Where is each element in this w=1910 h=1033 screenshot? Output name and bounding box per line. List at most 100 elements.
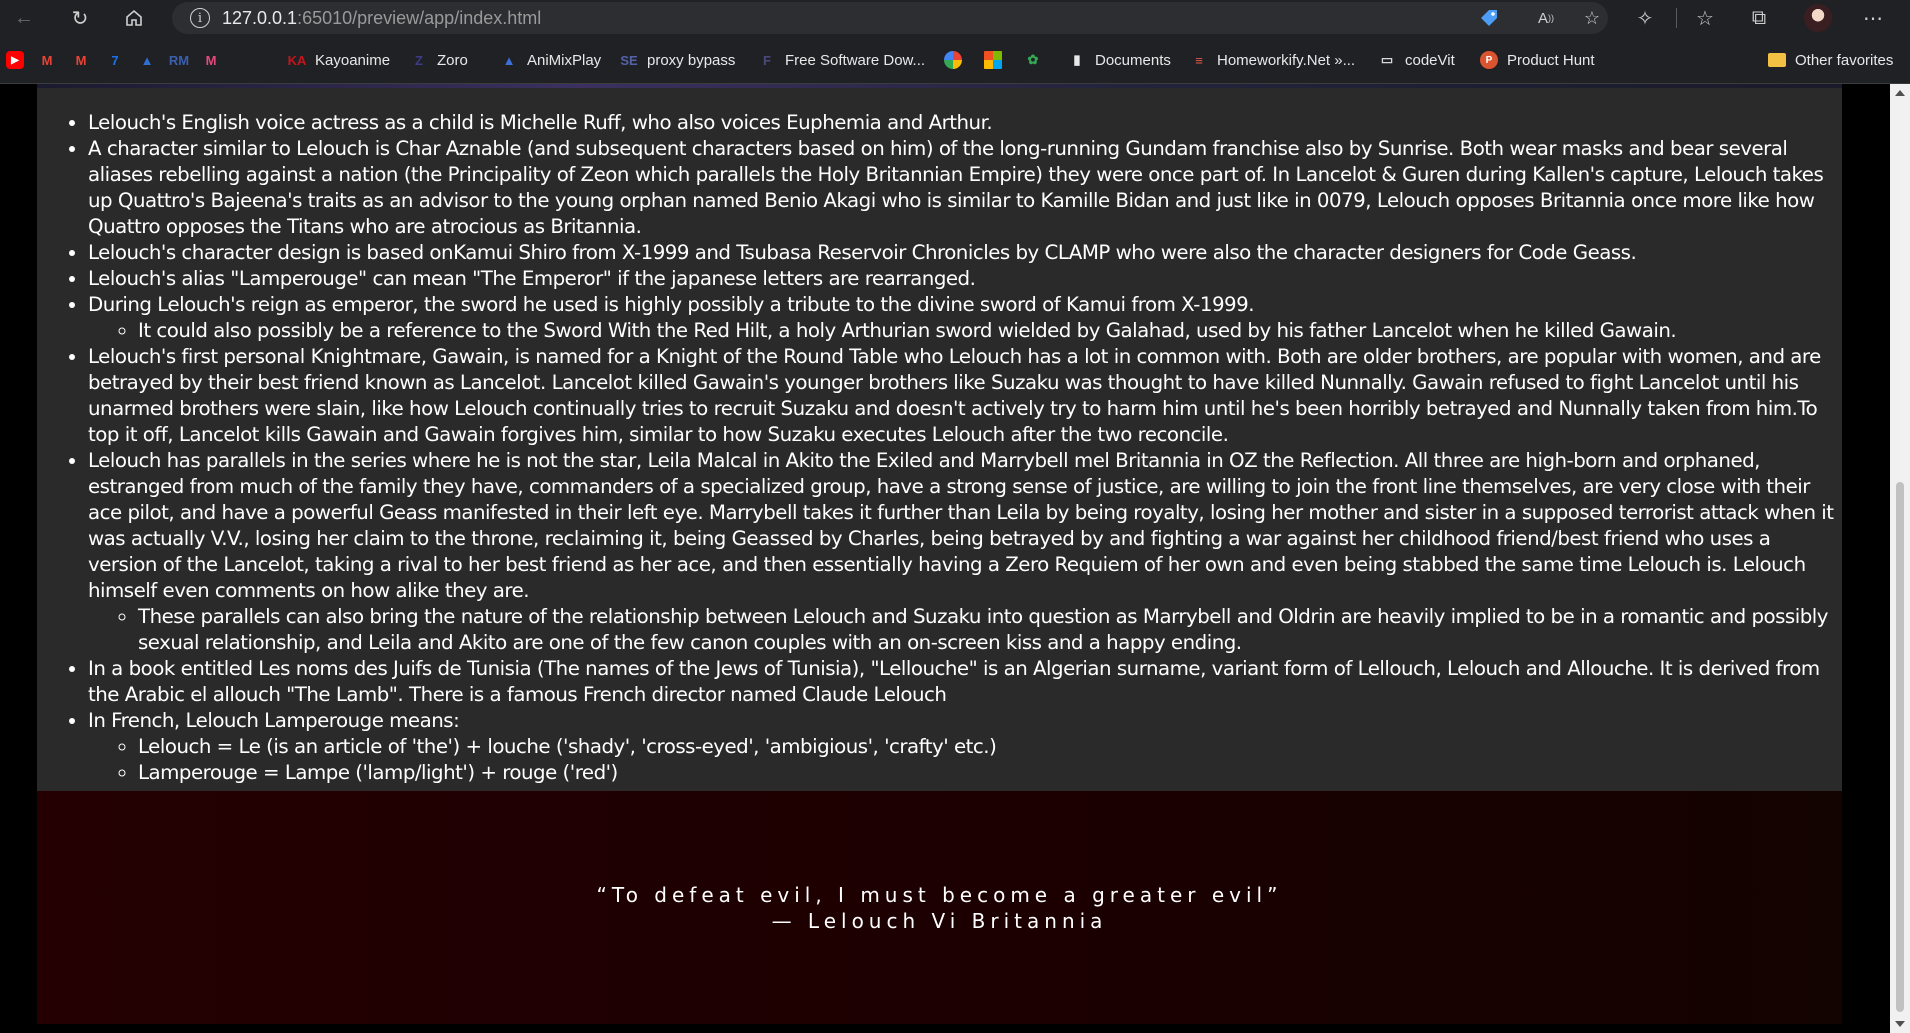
favorite-m-app[interactable]: M <box>202 48 220 72</box>
microsoft-icon <box>984 51 1002 69</box>
settings-menu-button[interactable]: ⋯ <box>1855 0 1891 36</box>
proxy-icon: SE <box>620 52 638 68</box>
toolbar-divider <box>1676 8 1677 28</box>
triangle-app-icon: ▲ <box>140 52 154 68</box>
trivia-sublist: Lelouch = Le (is an article of 'the') + … <box>88 734 1837 786</box>
more-dots-icon: ⋯ <box>1863 7 1883 30</box>
page-scrollbar[interactable] <box>1890 84 1910 1033</box>
favorite-triangle-app[interactable]: ▲ <box>138 48 156 72</box>
site-info-icon[interactable]: i <box>190 8 210 28</box>
favorite-free-software-dow[interactable]: F Free Software Dow... <box>758 48 925 72</box>
favorite-label: Other favorites <box>1795 51 1894 69</box>
profile-avatar[interactable] <box>1804 4 1832 32</box>
trivia-text: Lelouch's first personal Knightmare, Gaw… <box>88 345 1821 446</box>
trivia-subitem: These parallels can also bring the natur… <box>138 604 1837 656</box>
back-button[interactable]: ← <box>4 0 44 36</box>
gmail-icon: M <box>75 52 87 68</box>
favorite-label: Kayoanime <box>315 51 391 69</box>
favorite-label: AniMixPlay <box>527 51 602 69</box>
favorites-star-icon: ☆ <box>1696 7 1714 30</box>
stack-icon: ≡ <box>1195 52 1203 68</box>
address-bar[interactable]: i 127.0.0.1:65010/preview/app/index.html… <box>172 2 1608 34</box>
google-icon <box>944 51 962 69</box>
favorites-bar: ▶ M M 7 ▲ RM M KA Kayoanime Z Zoro ▲ AniMixPlay SE pro… <box>0 36 1910 84</box>
favorite-label: Homeworkify.Net »... <box>1217 51 1356 69</box>
favorite-animixplay[interactable]: ▲ AniMixPlay <box>500 48 602 72</box>
trivia-subitem: Lamperouge = Lampe ('lamp/light') + roug… <box>138 760 1837 786</box>
trivia-item: Lelouch's first personal Knightmare, Gaw… <box>88 344 1837 448</box>
trivia-text: Lelouch's character design is based onKa… <box>88 241 1637 264</box>
favorite-documents[interactable]: ▮ Documents <box>1068 48 1171 72</box>
trivia-list: Lelouch's English voice actress as a chi… <box>37 88 1842 786</box>
extension-tag-icon[interactable] <box>1477 6 1501 30</box>
favorite-rm[interactable]: RM <box>168 48 190 72</box>
trivia-text: Lelouch has parallels in the series wher… <box>88 449 1834 602</box>
url-text[interactable]: 127.0.0.1:65010/preview/app/index.html <box>222 8 541 29</box>
trivia-section: Lelouch's English voice actress as a chi… <box>37 88 1842 791</box>
document-icon: ▮ <box>1073 52 1081 67</box>
favorite-zoro[interactable]: Z Zoro <box>410 48 468 72</box>
add-favorite-icon[interactable]: ☆ <box>1580 6 1604 30</box>
trivia-text: In French, Lelouch Lamperouge means: <box>88 709 460 732</box>
product-hunt-icon: P <box>1480 51 1498 69</box>
calendar-icon: 7 <box>111 52 119 68</box>
favorite-label: Product Hunt <box>1507 51 1595 69</box>
favorites-button[interactable]: ☆ <box>1687 0 1723 36</box>
trivia-sublist: These parallels can also bring the natur… <box>88 604 1837 656</box>
trivia-item: A character similar to Lelouch is Char A… <box>88 136 1837 240</box>
youtube-icon: ▶ <box>6 51 24 69</box>
photos-icon: ✿ <box>1027 52 1039 67</box>
trivia-text: A character similar to Lelouch is Char A… <box>88 137 1824 238</box>
favorite-photos[interactable]: ✿ <box>1024 48 1042 72</box>
extensions-button[interactable]: ✧ <box>1627 0 1663 36</box>
favorite-label: proxy bypass <box>647 51 736 69</box>
trivia-text: Lelouch's alias "Lamperouge" can mean "T… <box>88 267 976 290</box>
scroll-thumb[interactable] <box>1896 482 1904 1012</box>
collections-icon: ⧉ <box>1751 6 1767 29</box>
software-icon: F <box>763 52 771 68</box>
favorite-proxy-bypass[interactable]: SE proxy bypass <box>620 48 735 72</box>
favorite-label: Zoro <box>437 51 468 69</box>
trivia-sublist: It could also possibly be a reference to… <box>88 318 1837 344</box>
favorite-calendar[interactable]: 7 <box>106 48 124 72</box>
favorite-gmail[interactable]: M <box>38 48 56 72</box>
refresh-button[interactable]: ↻ <box>60 0 100 36</box>
favorite-label: Documents <box>1095 51 1171 69</box>
trivia-item: Lelouch's English voice actress as a chi… <box>88 110 1837 136</box>
favorite-label: Free Software Dow... <box>785 51 926 69</box>
trivia-item: Lelouch has parallels in the series wher… <box>88 448 1837 656</box>
collections-button[interactable]: ⧉ <box>1741 0 1777 36</box>
page-viewport: Lelouch's English voice actress as a chi… <box>0 84 1890 1033</box>
quote-text: “To defeat evil, I must become a greater… <box>596 882 1283 907</box>
favorite-other-favorites[interactable]: Other favorites <box>1768 48 1893 72</box>
home-icon <box>126 9 142 26</box>
trivia-text: Lelouch's English voice actress as a chi… <box>88 111 993 134</box>
puzzle-icon: ✧ <box>1636 7 1654 30</box>
zoro-icon: Z <box>415 52 423 68</box>
favorite-microsoft[interactable] <box>984 48 1002 72</box>
trivia-text: During Lelouch's reign as emperor, the s… <box>88 293 1255 316</box>
favorite-kayoanime[interactable]: KA Kayoanime <box>288 48 390 72</box>
scroll-up-arrow-icon[interactable] <box>1895 90 1905 96</box>
rm-icon: RM <box>168 52 190 68</box>
home-button[interactable] <box>114 0 154 36</box>
trivia-item: In French, Lelouch Lamperouge means:Lelo… <box>88 708 1837 786</box>
m-app-icon: M <box>205 52 217 68</box>
scroll-down-arrow-icon[interactable] <box>1895 1021 1905 1027</box>
favorite-codevit[interactable]: ▭ codeVit <box>1378 48 1455 72</box>
favorite-homeworkify-net[interactable]: ≡ Homeworkify.Net »... <box>1190 48 1355 72</box>
read-aloud-icon[interactable]: A)) <box>1534 6 1558 30</box>
favorite-youtube[interactable]: ▶ <box>6 48 24 72</box>
animixplay-icon: ▲ <box>502 52 516 68</box>
trivia-item: During Lelouch's reign as emperor, the s… <box>88 292 1837 344</box>
favorite-google[interactable] <box>944 48 962 72</box>
favorite-gmail[interactable]: M <box>72 48 90 72</box>
favorite-product-hunt[interactable]: P Product Hunt <box>1480 48 1595 72</box>
trivia-subitem: Lelouch = Le (is an article of 'the') + … <box>138 734 1837 760</box>
favorite-label: codeVit <box>1405 51 1455 69</box>
kayoanime-icon: KA <box>287 52 307 68</box>
folder-icon <box>1768 53 1786 67</box>
trivia-item: Lelouch's character design is based onKa… <box>88 240 1837 266</box>
quote-author: — Lelouch Vi Britannia <box>771 908 1108 933</box>
back-arrow-icon: ← <box>14 6 34 29</box>
